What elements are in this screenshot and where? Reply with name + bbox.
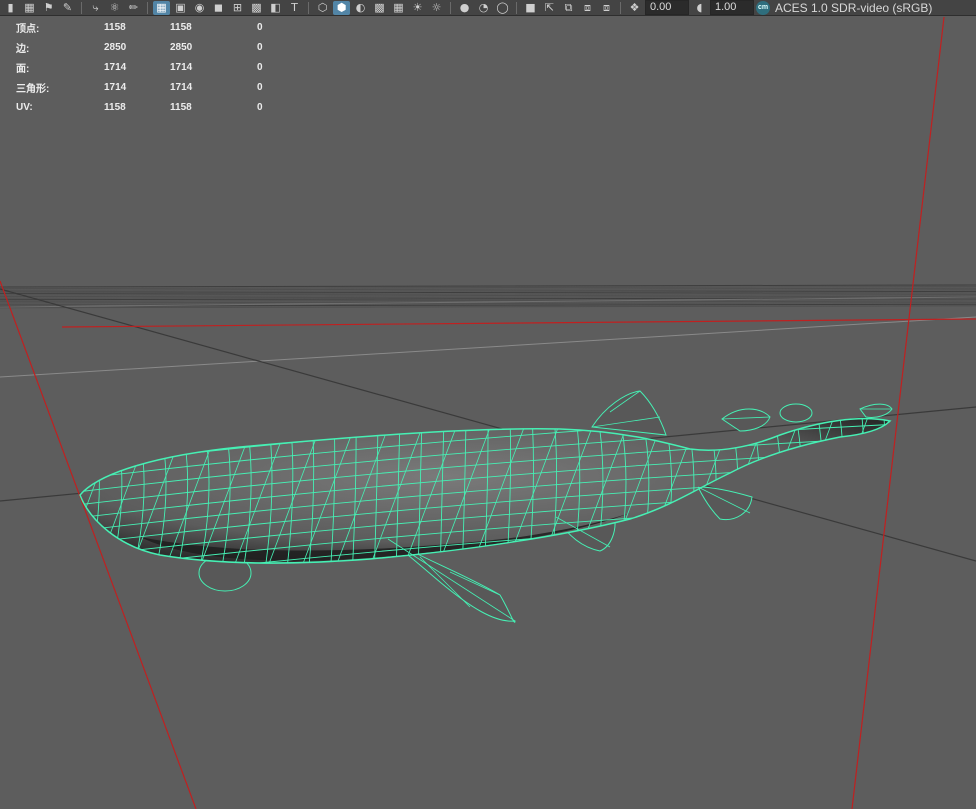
axis-lines	[0, 17, 976, 809]
camera-attributes-icon[interactable]: ▦	[21, 1, 38, 15]
hud-c: 0	[257, 61, 263, 73]
lock-camera-icon[interactable]: ⚛	[106, 1, 123, 15]
gate-mask-icon[interactable]: ◼	[210, 1, 227, 15]
text-icon[interactable]: T	[286, 1, 303, 15]
hud-b: 1158	[170, 21, 192, 33]
hud-label: 顶点:	[16, 23, 40, 35]
hud-c: 0	[257, 21, 263, 33]
film-gate-icon[interactable]: ▣	[172, 1, 189, 15]
hud-label: 面:	[16, 63, 30, 75]
camera-icon[interactable]: ▮	[2, 1, 19, 15]
safe-title-icon[interactable]: ◧	[267, 1, 284, 15]
hud-row: 面: 1714 1714 0	[16, 57, 277, 77]
hud-label: 三角形:	[16, 83, 50, 95]
hud-c: 0	[257, 81, 263, 93]
toolbar-separator	[81, 1, 82, 14]
hud-row: UV: 1158 1158 0	[16, 97, 277, 117]
hud-b: 1158	[170, 101, 192, 113]
field-chart-icon[interactable]: ⊞	[229, 1, 246, 15]
anti-aliasing-icon[interactable]: ◯	[494, 1, 511, 15]
select-camera-icon[interactable]: ⤷	[87, 1, 104, 15]
smooth-shade-icon[interactable]: ⬢	[333, 0, 350, 15]
hud-a: 1714	[104, 81, 127, 93]
motion-blur-icon[interactable]: ◔	[475, 1, 492, 15]
shadows-icon[interactable]: ☼	[428, 1, 445, 15]
hud-a: 1714	[104, 61, 127, 73]
xray-icon[interactable]: ⇱	[541, 1, 558, 15]
hud-row: 顶点: 1158 1158 0	[16, 17, 277, 37]
viewport-scene[interactable]	[0, 17, 976, 809]
ambient-occlusion-icon[interactable]: ●	[456, 1, 473, 15]
hud-b: 2850	[170, 41, 193, 53]
viewport-toolbar: ▮ ▦ ⚑ ✎ ⤷ ⚛ ✏ ▦ ▣ ◉ ◼ ⊞ ▩ ◧ T ⬡ ⬢ ◐ ▩ ▦ …	[0, 0, 976, 16]
colorspace-label[interactable]: ACES 1.0 SDR-video (sRGB)	[775, 1, 932, 15]
gamma-field[interactable]: 1.00	[710, 0, 754, 15]
grid-toggle-icon[interactable]: ▦	[153, 0, 170, 15]
safe-action-icon[interactable]: ▩	[248, 1, 265, 15]
toolbar-separator	[620, 1, 621, 14]
gamma-icon[interactable]: ◖	[691, 1, 708, 15]
hud-b: 1714	[170, 81, 193, 93]
xray-active-icon[interactable]: ⧈	[579, 1, 596, 15]
default-material-icon[interactable]: ◐	[352, 1, 369, 15]
wireframe-icon[interactable]: ⬡	[314, 1, 331, 15]
poly-count-hud: 顶点: 1158 1158 0 边: 2850 2850 0 面: 1714 1714 0 三角形: 17…	[16, 17, 277, 117]
textured-icon[interactable]: ▩	[371, 1, 388, 15]
maya-viewport-window: ▮ ▦ ⚑ ✎ ⤷ ⚛ ✏ ▦ ▣ ◉ ◼ ⊞ ▩ ◧ T ⬡ ⬢ ◐ ▩ ▦ …	[0, 0, 976, 809]
toolbar-separator	[308, 1, 309, 14]
paint-icon[interactable]: ✏	[125, 1, 142, 15]
toolbar-separator	[147, 1, 148, 14]
hud-row: 边: 2850 2850 0	[16, 37, 277, 57]
hud-row: 三角形: 1714 1714 0	[16, 77, 277, 97]
resolution-gate-icon[interactable]: ◉	[191, 1, 208, 15]
hud-a: 2850	[104, 41, 127, 53]
checker-icon[interactable]: ▦	[390, 1, 407, 15]
bookmark-icon[interactable]: ⚑	[40, 1, 57, 15]
3d-viewport[interactable]	[0, 17, 976, 809]
exposure-field[interactable]: 0.00	[645, 0, 689, 15]
hud-c: 0	[257, 41, 263, 53]
hud-a: 1158	[104, 101, 126, 113]
hud-c: 0	[257, 101, 263, 113]
toolbar-separator	[516, 1, 517, 14]
hud-label: UV:	[16, 101, 33, 113]
xray-joints-icon[interactable]: ⧉	[560, 1, 577, 15]
exposure-icon[interactable]: ❖	[626, 1, 643, 15]
hud-b: 1714	[170, 61, 193, 73]
image-plane-icon[interactable]: ✎	[59, 1, 76, 15]
hud-label: 边:	[16, 43, 30, 55]
backface-culling-icon[interactable]: ⧈	[598, 1, 615, 15]
toolbar-separator	[450, 1, 451, 14]
hud-a: 1158	[104, 21, 126, 33]
isolate-select-icon[interactable]: ■	[522, 1, 539, 15]
colorspace-toggle-icon[interactable]: cm	[756, 0, 770, 15]
use-all-lights-icon[interactable]: ☀	[409, 1, 426, 15]
